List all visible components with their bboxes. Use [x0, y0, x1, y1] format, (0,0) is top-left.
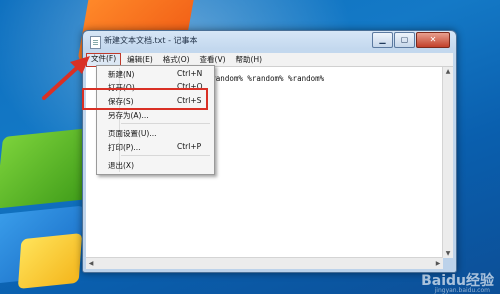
- menu-help[interactable]: 帮助(H): [232, 54, 267, 66]
- menu-item-label: 页面设置(U)...: [108, 129, 157, 138]
- caption-buttons: ▁ ▢ ✕: [371, 32, 450, 48]
- menu-item-new[interactable]: 新建(N) Ctrl+N: [97, 67, 214, 81]
- menu-item-save-as[interactable]: 另存为(A)...: [97, 108, 214, 122]
- file-menu-dropdown: 新建(N) Ctrl+N 打开(O)... Ctrl+O 保存(S) Ctrl+…: [96, 65, 215, 175]
- menu-edit[interactable]: 编辑(E): [123, 54, 157, 66]
- scroll-right-icon[interactable]: ▶: [433, 260, 443, 267]
- menu-view[interactable]: 查看(V): [196, 54, 230, 66]
- menu-item-shortcut: Ctrl+N: [177, 69, 203, 78]
- watermark-url: jingyan.baidu.com: [434, 287, 490, 294]
- wallpaper-yellow-pane: [17, 233, 83, 289]
- save-highlight-box: [82, 88, 208, 110]
- menu-item-print[interactable]: 打印(P)... Ctrl+P: [97, 140, 214, 154]
- horizontal-scrollbar[interactable]: ◀ ▶: [86, 257, 443, 269]
- menu-separator: [121, 123, 210, 124]
- vertical-scrollbar[interactable]: ▲ ▼: [442, 67, 453, 258]
- minimize-button[interactable]: ▁: [372, 32, 393, 48]
- menu-item-label: 另存为(A)...: [108, 111, 149, 120]
- menu-separator: [121, 155, 210, 156]
- menu-item-page-setup[interactable]: 页面设置(U)...: [97, 126, 214, 140]
- scroll-up-icon[interactable]: ▲: [443, 68, 453, 75]
- menu-item-shortcut: Ctrl+P: [177, 142, 202, 151]
- menu-item-label: 退出(X): [108, 161, 134, 170]
- menu-format[interactable]: 格式(O): [159, 54, 194, 66]
- close-button[interactable]: ✕: [416, 32, 450, 48]
- scroll-left-icon[interactable]: ◀: [86, 260, 96, 267]
- maximize-button[interactable]: ▢: [394, 32, 415, 48]
- scroll-down-icon[interactable]: ▼: [443, 250, 453, 257]
- menu-item-exit[interactable]: 退出(X): [97, 158, 214, 172]
- menu-item-label: 打印(P)...: [108, 143, 141, 152]
- title-bar[interactable]: 新建文本文档.txt - 记事本 ▁ ▢ ✕: [83, 31, 456, 53]
- notepad-icon: [90, 36, 101, 49]
- menu-item-label: 新建(N): [108, 70, 135, 79]
- window-title: 新建文本文档.txt - 记事本: [104, 36, 198, 45]
